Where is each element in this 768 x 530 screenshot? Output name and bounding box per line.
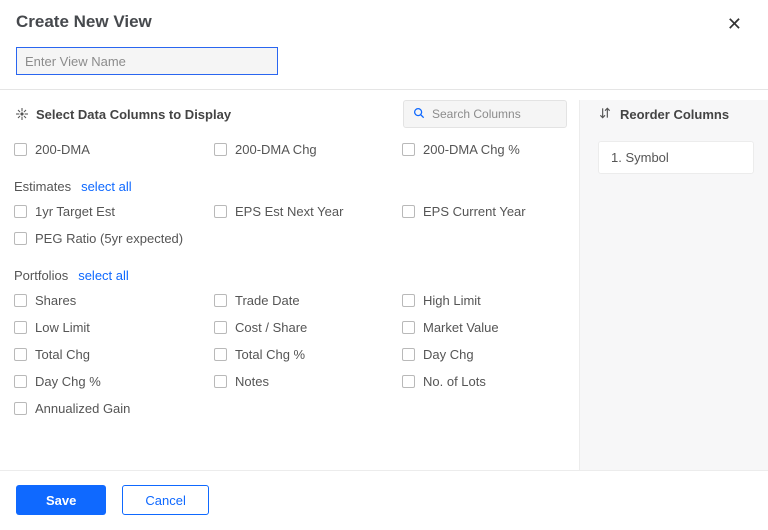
column-label: Day Chg % [35, 374, 101, 389]
save-button[interactable]: Save [16, 485, 106, 515]
column-checkbox[interactable]: 200-DMA Chg % [402, 142, 570, 157]
column-checkbox[interactable]: PEG Ratio (5yr expected) [14, 231, 402, 246]
search-columns-field[interactable] [403, 100, 567, 128]
column-label: High Limit [423, 293, 481, 308]
checkbox[interactable] [14, 402, 27, 415]
checkbox[interactable] [402, 375, 415, 388]
column-checkbox[interactable]: Shares [14, 293, 214, 308]
column-label: EPS Est Next Year [235, 204, 343, 219]
checkbox[interactable] [14, 232, 27, 245]
column-checkbox[interactable]: Total Chg % [214, 347, 402, 362]
column-label: PEG Ratio (5yr expected) [35, 231, 183, 246]
column-label: 200-DMA [35, 142, 90, 157]
select-columns-label: Select Data Columns to Display [36, 107, 231, 122]
checkbox[interactable] [214, 375, 227, 388]
column-checkbox[interactable]: 200-DMA Chg [214, 142, 402, 157]
column-label: Annualized Gain [35, 401, 130, 416]
column-checkbox[interactable]: 1yr Target Est [14, 204, 214, 219]
select-all-estimates[interactable]: select all [81, 179, 132, 194]
group-name-estimates: Estimates [14, 179, 71, 194]
page-title: Create New View [16, 12, 152, 32]
reorder-label: Reorder Columns [620, 107, 729, 122]
checkbox[interactable] [14, 205, 27, 218]
column-label: 1yr Target Est [35, 204, 115, 219]
column-checkbox[interactable]: Annualized Gain [14, 401, 214, 416]
checkbox[interactable] [214, 348, 227, 361]
checkbox[interactable] [14, 143, 27, 156]
select-columns-heading: Select Data Columns to Display [14, 106, 231, 122]
column-label: Low Limit [35, 320, 90, 335]
search-columns-input[interactable] [432, 107, 558, 121]
divider [0, 89, 768, 90]
column-checkbox[interactable]: Total Chg [14, 347, 214, 362]
column-label: No. of Lots [423, 374, 486, 389]
reorder-item[interactable]: 1. Symbol [598, 141, 754, 174]
column-checkbox[interactable]: High Limit [402, 293, 570, 308]
checkbox[interactable] [214, 143, 227, 156]
checkbox[interactable] [402, 143, 415, 156]
column-label: Total Chg [35, 347, 90, 362]
checkbox[interactable] [214, 294, 227, 307]
cancel-button[interactable]: Cancel [122, 485, 208, 515]
column-label: Market Value [423, 320, 499, 335]
column-checkbox[interactable]: Market Value [402, 320, 570, 335]
column-checkbox[interactable]: Cost / Share [214, 320, 402, 335]
column-checkbox[interactable]: EPS Est Next Year [214, 204, 402, 219]
reorder-pane: Reorder Columns 1. Symbol [580, 100, 768, 470]
column-checkbox[interactable]: No. of Lots [402, 374, 570, 389]
column-label: Notes [235, 374, 269, 389]
checkbox[interactable] [402, 294, 415, 307]
checkbox[interactable] [402, 348, 415, 361]
select-all-portfolios[interactable]: select all [78, 268, 129, 283]
column-checkbox[interactable]: Notes [214, 374, 402, 389]
column-label: EPS Current Year [423, 204, 526, 219]
group-name-portfolios: Portfolios [14, 268, 68, 283]
column-checkbox[interactable]: 200-DMA [14, 142, 214, 157]
column-checkbox[interactable]: Day Chg [402, 347, 570, 362]
close-icon[interactable]: ✕ [723, 12, 746, 37]
search-icon [412, 106, 426, 123]
column-label: Shares [35, 293, 76, 308]
checkbox[interactable] [214, 321, 227, 334]
checkbox[interactable] [14, 348, 27, 361]
reorder-heading: Reorder Columns [598, 104, 754, 123]
column-checkbox[interactable]: Low Limit [14, 320, 214, 335]
column-checkbox[interactable]: Trade Date [214, 293, 402, 308]
column-label: Cost / Share [235, 320, 307, 335]
checkbox[interactable] [14, 321, 27, 334]
checkbox[interactable] [402, 321, 415, 334]
checkbox[interactable] [402, 205, 415, 218]
checkbox[interactable] [14, 375, 27, 388]
column-checkbox[interactable]: Day Chg % [14, 374, 214, 389]
reorder-icon [598, 106, 612, 123]
columns-pane: Select Data Columns to Display 200-DMA [0, 100, 580, 470]
column-label: Trade Date [235, 293, 300, 308]
column-checkbox[interactable]: EPS Current Year [402, 204, 570, 219]
column-label: Total Chg % [235, 347, 305, 362]
column-label: 200-DMA Chg [235, 142, 317, 157]
column-label: 200-DMA Chg % [423, 142, 520, 157]
checkbox[interactable] [14, 294, 27, 307]
column-label: Day Chg [423, 347, 474, 362]
view-name-input[interactable] [16, 47, 278, 75]
checkbox[interactable] [214, 205, 227, 218]
sparkle-icon [14, 106, 30, 122]
